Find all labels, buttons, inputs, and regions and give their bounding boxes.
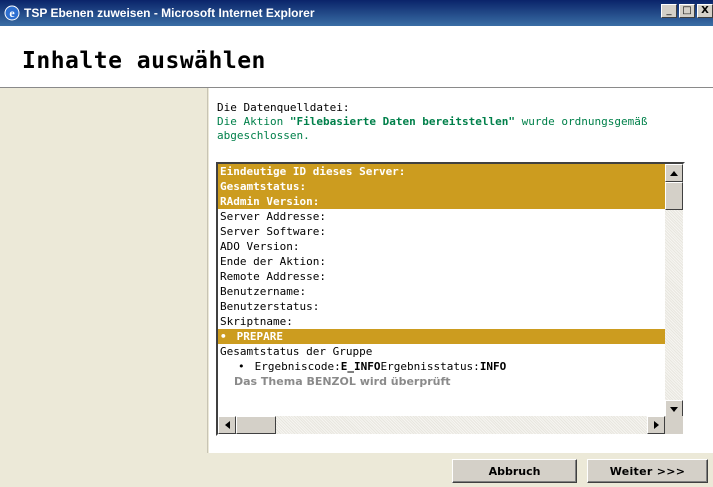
list-item-prepare[interactable]: • PREPARE xyxy=(218,329,665,344)
page-title: Inhalte auswählen xyxy=(22,48,266,74)
action-suffix: wurde ordnungsgemäß xyxy=(515,115,648,128)
list-item[interactable]: Skriptname: xyxy=(218,314,665,329)
maximize-button[interactable]: □ xyxy=(679,4,695,18)
minimize-icon: _ xyxy=(666,5,672,16)
list-item[interactable]: Server Addresse: xyxy=(218,209,665,224)
bullet-icon: • xyxy=(220,330,227,343)
close-button[interactable]: X xyxy=(697,4,713,18)
list-item[interactable]: Ende der Aktion: xyxy=(218,254,665,269)
vertical-scroll-thumb[interactable] xyxy=(665,182,683,210)
maximize-icon: □ xyxy=(682,5,692,16)
vertical-scrollbar[interactable] xyxy=(665,164,683,418)
bullet-icon: • xyxy=(238,360,245,373)
next-button[interactable]: Weiter >>> xyxy=(587,459,708,483)
intro-text: Die Datenquelldatei: Die Aktion "Filebas… xyxy=(217,101,713,143)
main-content: Die Datenquelldatei: Die Aktion "Filebas… xyxy=(209,88,713,453)
list-item[interactable]: Benutzerstatus: xyxy=(218,299,665,314)
internet-explorer-icon: e xyxy=(4,5,20,21)
close-icon: X xyxy=(701,5,709,16)
result-code-value: E_INFO xyxy=(340,360,381,373)
list-item[interactable]: Gesamtstatus: xyxy=(218,179,665,194)
cancel-button[interactable]: Abbruch xyxy=(452,459,577,483)
window-controls: _ □ X xyxy=(661,4,713,18)
minimize-button[interactable]: _ xyxy=(661,4,677,18)
list-item[interactable]: Server Software: xyxy=(218,224,665,239)
result-status-value: INFO xyxy=(479,360,507,373)
list-item[interactable]: RAdmin Version: xyxy=(218,194,665,209)
result-row[interactable]: • Ergebniscode:E_INFOErgebnisstatus:INFO xyxy=(218,359,665,374)
list-item[interactable]: ADO Version: xyxy=(218,239,665,254)
result-status-label: Ergebnisstatus: xyxy=(380,360,480,373)
datasource-label: Die Datenquelldatei: xyxy=(217,101,350,114)
footer: Abbruch Weiter >>> xyxy=(0,453,713,487)
scroll-up-button[interactable] xyxy=(665,164,683,182)
action-prefix: Die Aktion xyxy=(217,115,290,128)
list-item[interactable]: Gesamtstatus der Gruppe xyxy=(218,344,665,359)
action-name: "Filebasierte Daten bereitstellen" xyxy=(289,115,516,128)
list-item[interactable]: Benutzername: xyxy=(218,284,665,299)
arrow-down-icon xyxy=(670,406,678,412)
window-title: TSP Ebenen zuweisen - Microsoft Internet… xyxy=(24,6,315,20)
arrow-up-icon xyxy=(670,170,678,176)
list-item[interactable]: Eindeutige ID dieses Server: xyxy=(218,164,665,179)
status-message: Das Thema BENZOL wird überprüft xyxy=(218,374,665,389)
status-listbox[interactable]: Eindeutige ID dieses Server: Gesamtstatu… xyxy=(216,162,685,436)
prepare-label: PREPARE xyxy=(236,330,283,343)
horizontal-scrollbar[interactable] xyxy=(218,416,665,434)
scrollbar-corner xyxy=(665,416,683,434)
page-header: Inhalte auswählen xyxy=(0,26,713,88)
title-bar: e TSP Ebenen zuweisen - Microsoft Intern… xyxy=(0,0,713,26)
listbox-content: Eindeutige ID dieses Server: Gesamtstatu… xyxy=(218,164,665,418)
scroll-left-button[interactable] xyxy=(218,416,236,434)
arrow-right-icon xyxy=(653,421,659,429)
action-status-text-end: abgeschlossen. xyxy=(217,129,310,142)
action-status-text: Die Aktion "Filebasierte Daten bereitste… xyxy=(217,115,713,129)
scroll-right-button[interactable] xyxy=(647,416,665,434)
arrow-left-icon xyxy=(224,421,230,429)
result-code-label: Ergebniscode: xyxy=(254,360,341,373)
horizontal-scroll-thumb[interactable] xyxy=(236,416,276,434)
list-item[interactable]: Remote Addresse: xyxy=(218,269,665,284)
svg-text:e: e xyxy=(9,6,15,20)
left-panel xyxy=(0,88,208,487)
